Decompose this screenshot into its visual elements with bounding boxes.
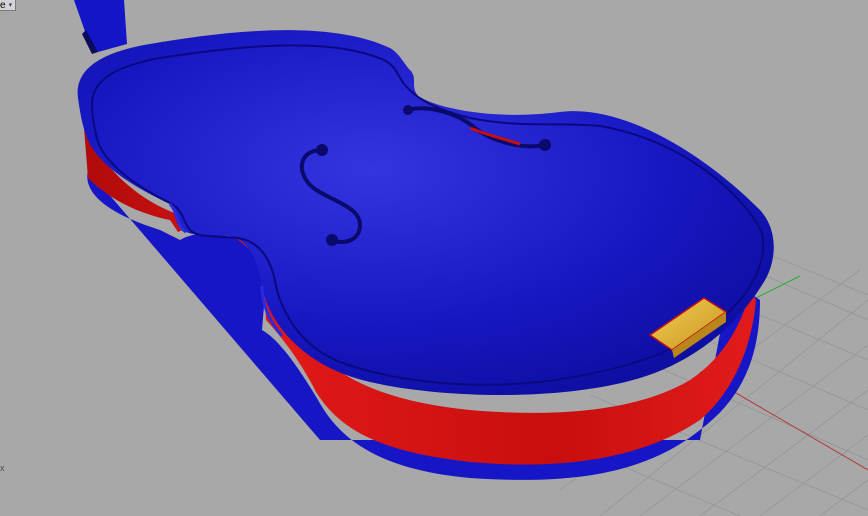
f-hole-left-eye-top xyxy=(316,144,328,156)
f-hole-right-eye-top xyxy=(403,105,413,115)
f-hole-left-eye-bottom xyxy=(326,234,338,246)
chevron-down-icon[interactable]: ▾ xyxy=(9,1,13,10)
viewport-title[interactable]: e xyxy=(0,0,6,10)
viewport-canvas[interactable] xyxy=(0,0,868,516)
world-axes-x-label: x xyxy=(0,463,5,473)
viewport-title-tab[interactable]: e ▾ xyxy=(0,0,17,11)
violin-scroll[interactable] xyxy=(74,0,127,52)
f-hole-right-eye-bottom xyxy=(539,139,551,151)
perspective-viewport[interactable]: e ▾ x xyxy=(0,0,868,516)
